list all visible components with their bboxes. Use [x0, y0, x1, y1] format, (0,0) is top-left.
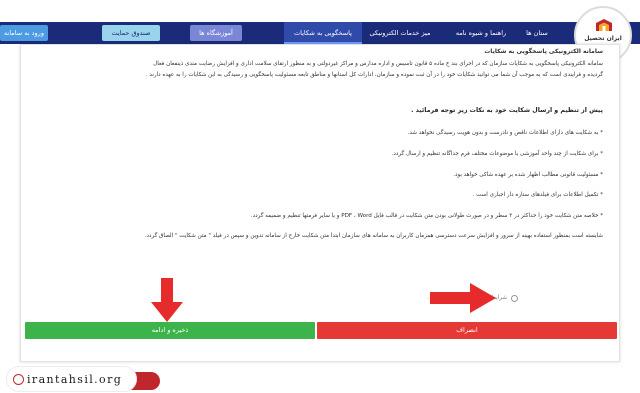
note-item: * خلاصه متن شکایت خود را حداکثر در ۳ سطر…	[250, 213, 603, 219]
top-navigation: ستان ها راهنما و شیوه نامه میز خدمات الک…	[0, 22, 640, 44]
footer-watermark: irantahsil.org	[6, 366, 138, 392]
note-item: شایسته است بمنظور استفاده بهینه از سرور …	[144, 233, 603, 239]
support-fund-button[interactable]: صندوق حمایت	[102, 25, 160, 41]
login-button[interactable]: ورود به سامانه	[0, 25, 48, 41]
nav-item-complaints[interactable]: پاسخگویی به شکایات	[284, 22, 362, 44]
nav-item-provinces[interactable]: ستان ها	[522, 22, 552, 44]
arrow-right-icon	[430, 283, 496, 313]
panel-title: سامانه الکترونیکی پاسخگویی به شکایات	[484, 48, 603, 55]
complaints-panel: سامانه الکترونیکی پاسخگویی به شکایات سام…	[20, 44, 620, 362]
logo-text: ایران تحصیل	[584, 35, 622, 42]
logo-emblem-icon	[596, 19, 612, 31]
training-institutes-button[interactable]: آموزشگاه ها	[190, 25, 242, 41]
cancel-button[interactable]: انصراف	[317, 322, 617, 339]
globe-icon	[13, 373, 24, 385]
arrow-down-icon	[151, 278, 183, 322]
note-item: * به شکایت های دارای اطلاعات ناقص و نادر…	[407, 130, 603, 136]
footer-url-text: irantahsil.org	[27, 373, 123, 386]
intro-text-line-2: گردیده و فرایندی است که به موجب آن شما م…	[145, 72, 603, 78]
save-and-continue-button[interactable]: ذخیره و ادامه	[25, 322, 315, 339]
note-item: * تکمیل اطلاعات برای فیلدهای ستاره دار ا…	[472, 192, 603, 198]
note-item: * برای شکایت از چند واحد آموزشی یا موضوع…	[391, 151, 603, 157]
note-item: * مسئولیت قانونی مطالب اظهار شده بر عهده…	[453, 172, 603, 178]
nav-item-guide[interactable]: راهنما و شیوه نامه	[446, 22, 516, 44]
agreement-checkbox[interactable]	[511, 295, 518, 302]
intro-text-line-1: سامانه الکترونیکی پاسخگویی به شکایات ساز…	[153, 61, 603, 67]
notes-heading: پیش از تنظیم و ارسال شکایت خود به نکات ز…	[411, 107, 603, 114]
nav-item-e-services[interactable]: میز خدمات الکترونیکی	[360, 22, 440, 44]
